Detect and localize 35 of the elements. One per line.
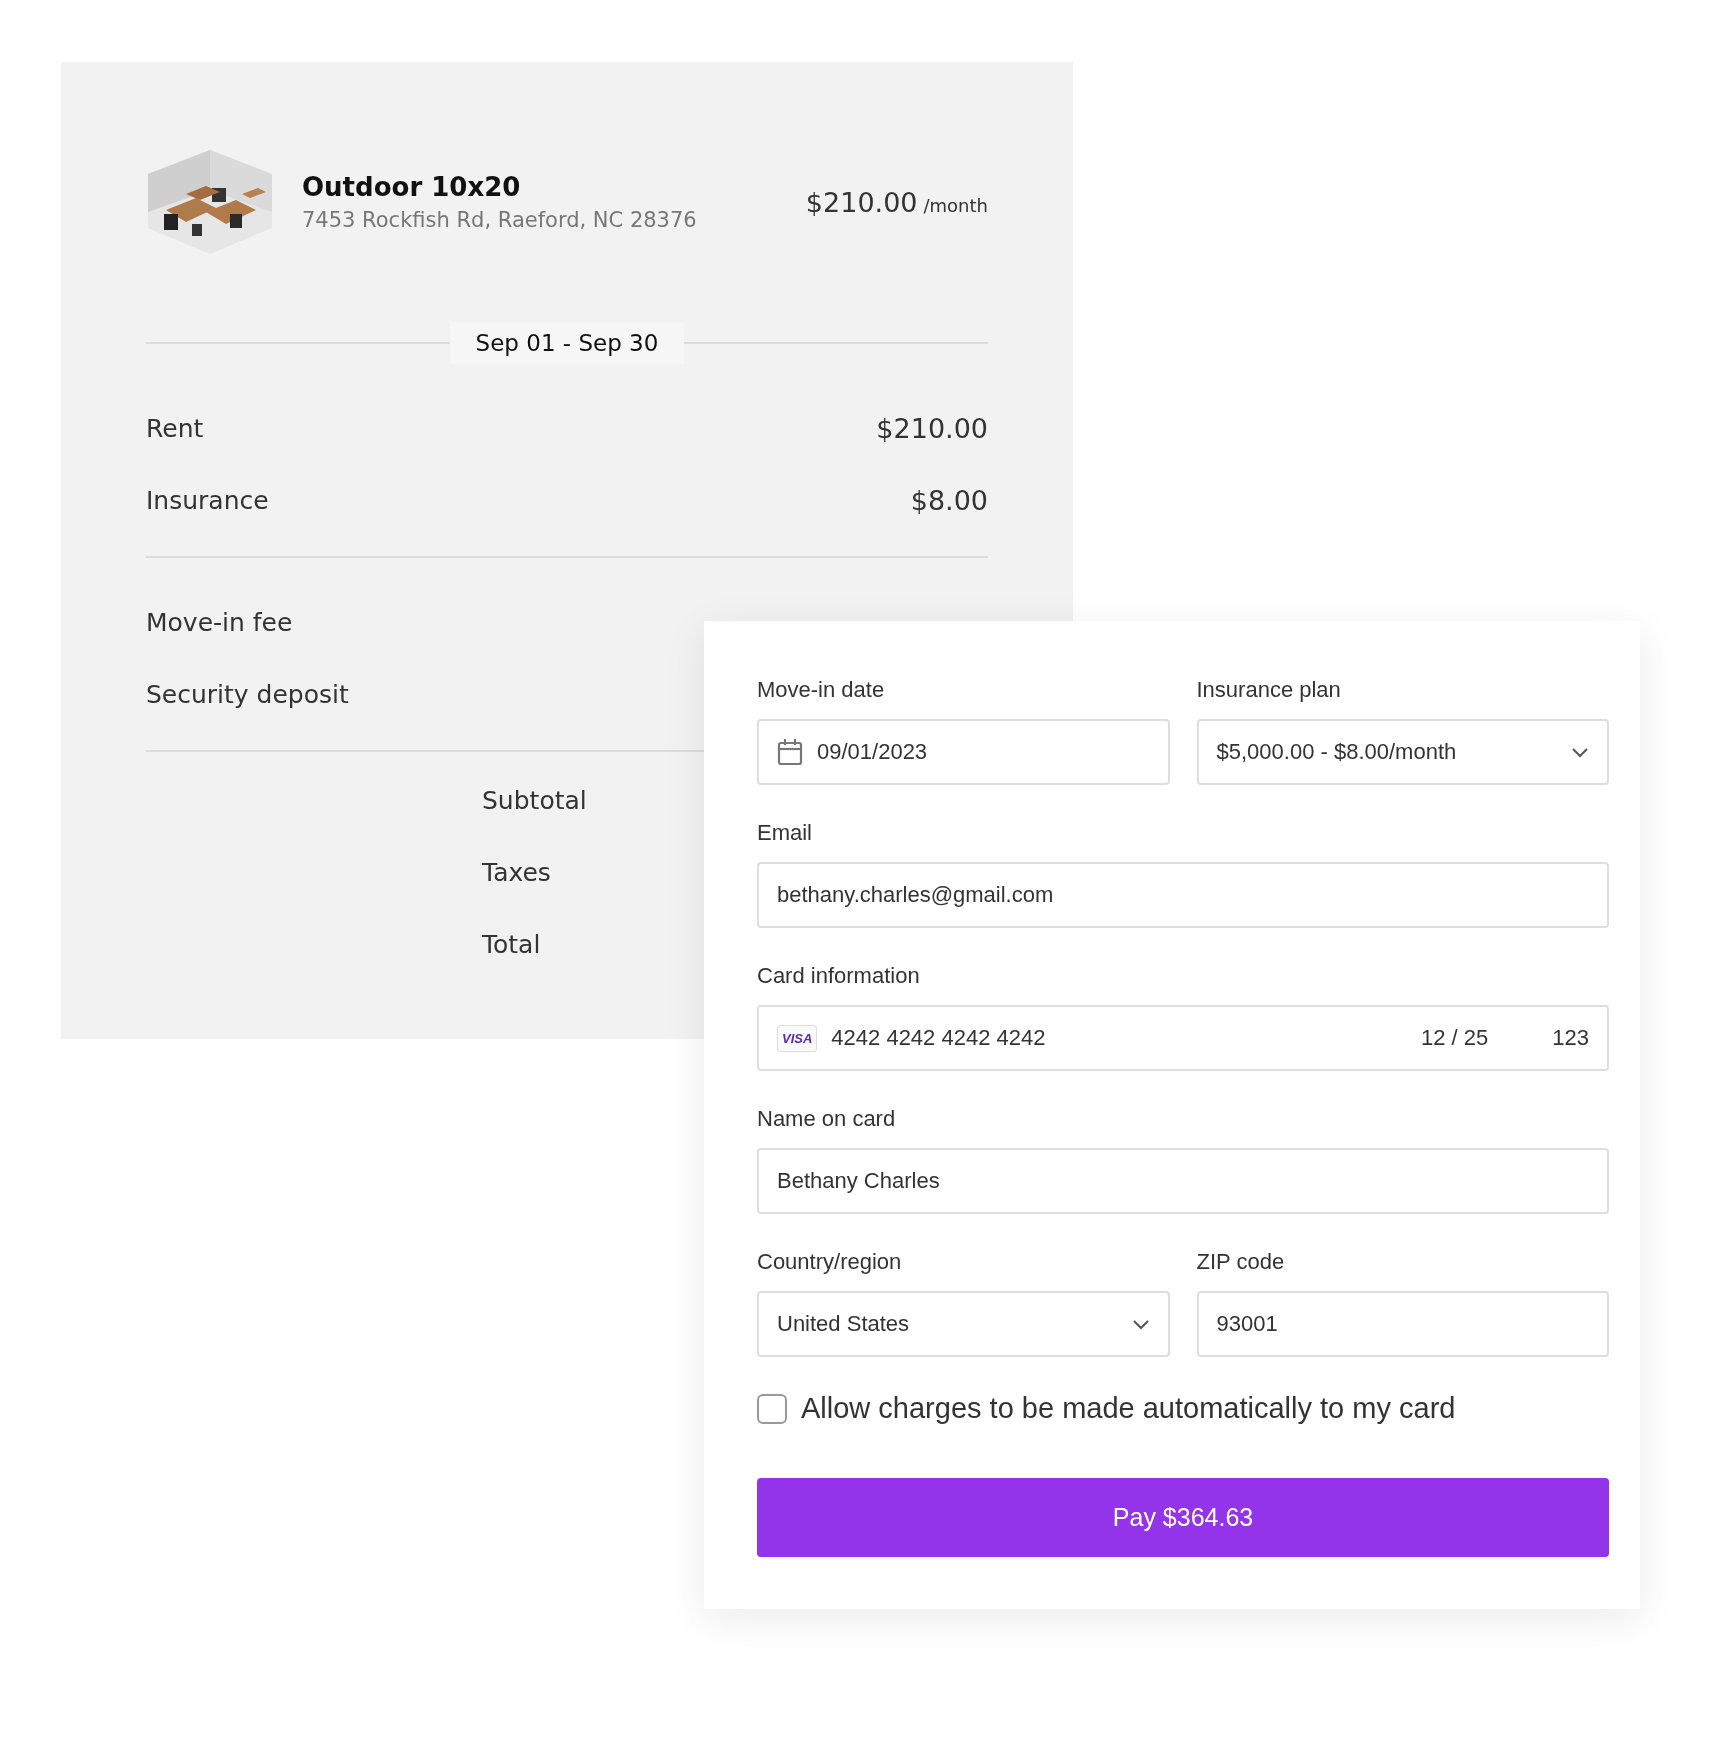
chevron-down-icon [1571,746,1589,758]
select-field[interactable]: United States [757,1291,1170,1357]
unit-title: Outdoor 10x20 [302,172,522,202]
fee-label: Move-in fee [146,607,293,637]
field-label: Email [757,820,813,846]
charge-amount: $210.00 [876,412,988,444]
summary-label: Total [482,929,541,959]
field-label: Card information [757,963,921,989]
charge-amount: $8.00 [910,484,988,516]
checkbox-label: Allow charges to be made automatically to my card [801,1392,1456,1425]
fee-label: Security deposit [146,679,349,709]
text-field[interactable]: bethany.charles@gmail.com [757,862,1609,928]
text-field[interactable]: 93001 [1196,1291,1609,1357]
field-label: Insurance plan [1196,677,1342,703]
pay-button[interactable]: Pay $364.63 [757,1478,1609,1557]
unit-price: $210.00 [805,186,918,218]
field-label: ZIP code [1196,1249,1286,1275]
text-field[interactable]: Bethany Charles [757,1148,1609,1214]
chevron-down-icon [1131,1318,1150,1330]
charge-label: Rent [146,413,204,443]
calendar-icon [777,738,803,766]
card-field[interactable]: VISA 4242 4242 4242 4242 12 / 25 123 [757,1005,1609,1071]
select-field[interactable]: $5,000.00 - $8.00/month [1196,719,1609,785]
billing-period: Sep 01 - Sep 30 [449,322,685,364]
unit-address: 7453 Rockfish Rd, Raeford, NC 28376 [302,208,698,232]
field-label: Country/region [757,1249,903,1275]
checkbox[interactable] [757,1393,787,1424]
summary-label: Subtotal [482,785,587,815]
price-unit: /month [923,194,988,216]
field-label: Name on card [757,1106,897,1132]
card-brand-logo: VISA [777,1024,818,1052]
charge-label: Insurance [146,485,269,515]
field-label: Move-in date [757,677,886,703]
summary-label: Taxes [482,857,551,887]
date-field[interactable]: 09/01/2023 [757,719,1170,785]
